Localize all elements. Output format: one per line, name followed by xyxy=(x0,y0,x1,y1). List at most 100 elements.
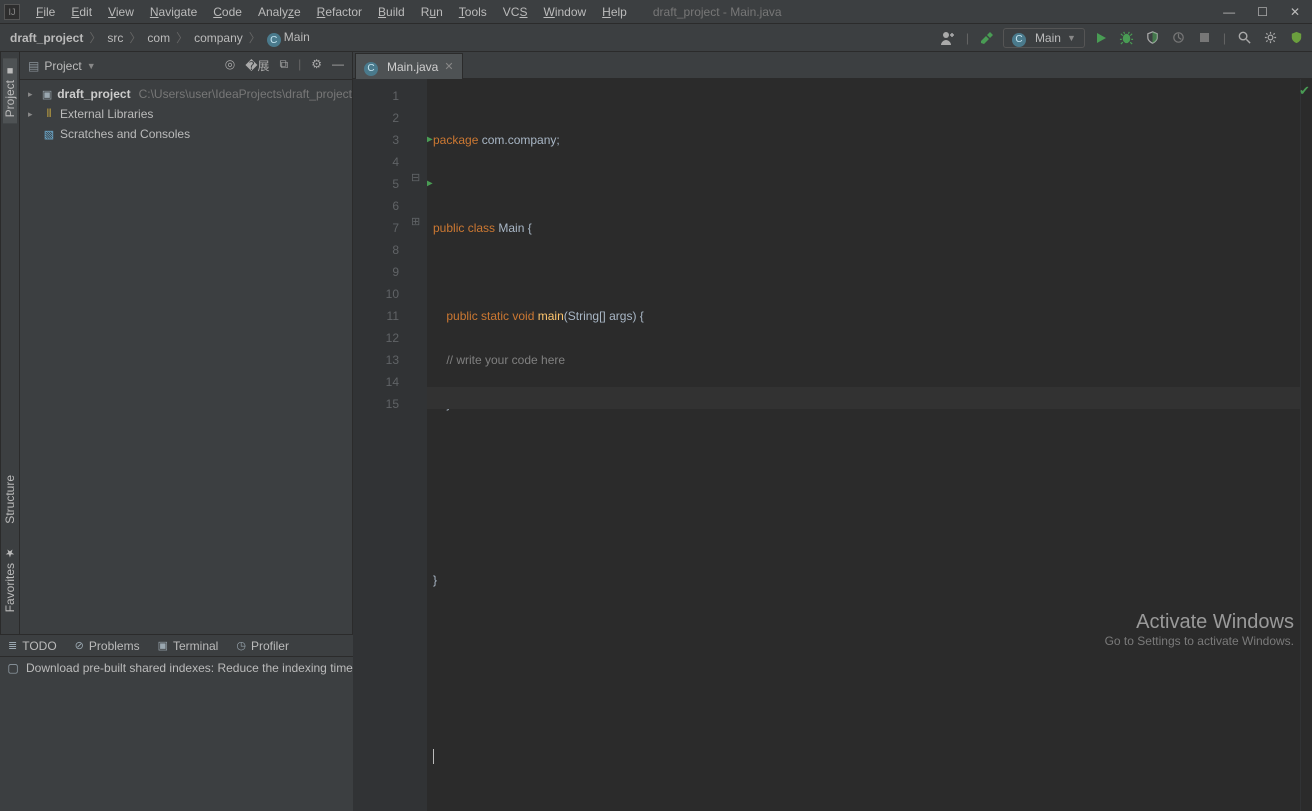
line-number: 14 xyxy=(353,371,399,393)
search-icon[interactable] xyxy=(1234,28,1254,48)
breadcrumb[interactable]: company xyxy=(190,31,247,45)
hammer-icon[interactable] xyxy=(977,28,997,48)
line-number: 13 xyxy=(353,349,399,371)
line-number: 6 xyxy=(353,195,399,217)
text-caret xyxy=(433,749,434,764)
project-panel-header: ▤ Project ▼ ◎ �展 ⧉ | ⚙ — xyxy=(20,52,352,80)
add-user-icon[interactable] xyxy=(938,28,958,48)
menu-edit[interactable]: Edit xyxy=(63,5,100,19)
scratches-icon: ▧ xyxy=(42,127,56,141)
class-icon: C xyxy=(364,62,378,76)
line-number: 10 xyxy=(353,283,399,305)
class-icon: C xyxy=(267,33,281,47)
tab-label: Main.java xyxy=(387,60,438,74)
bug-icon[interactable] xyxy=(1117,28,1137,48)
menu-analyze[interactable]: Analyze xyxy=(250,5,309,19)
tree-path: C:\Users\user\IdeaProjects\draft_project xyxy=(139,87,352,101)
line-number: 3 xyxy=(353,129,399,151)
editor-body[interactable]: 1 2 3 4 5 6 7 8 9 10 11 12 13 14 15 ▶ ▶ xyxy=(353,79,1312,811)
close-icon[interactable]: ✕ xyxy=(444,60,453,73)
tree-row-scratches[interactable]: ▧ Scratches and Consoles xyxy=(20,124,352,144)
chevron-down-icon: ▼ xyxy=(1067,33,1076,43)
chevron-right-icon[interactable]: ▸ xyxy=(28,89,37,100)
chevron-right-icon: 〉 xyxy=(174,29,190,46)
fold-open-icon[interactable]: ⊟ xyxy=(411,171,420,184)
window-minimize-icon[interactable]: — xyxy=(1223,5,1235,19)
line-number: 8 xyxy=(353,239,399,261)
breadcrumb[interactable]: com xyxy=(143,31,174,45)
project-tree[interactable]: ▸ ▣ draft_project C:\Users\user\IdeaProj… xyxy=(20,80,352,634)
class-icon: C xyxy=(1012,33,1026,47)
tab-structure[interactable]: Structure xyxy=(3,469,17,530)
line-number: 9 xyxy=(353,261,399,283)
tool-windows-icon[interactable]: ▢ xyxy=(6,661,20,675)
code-area[interactable]: package com.company; public class Main {… xyxy=(427,79,1300,811)
minimize-panel-icon[interactable]: — xyxy=(332,57,344,74)
coverage-icon[interactable] xyxy=(1143,28,1163,48)
tab-problems[interactable]: ⊘Problems xyxy=(75,639,140,653)
main-area: Project ■ Structure Favorites ★ ▤ Projec… xyxy=(0,52,1312,634)
validation-strip[interactable]: ✔ xyxy=(1300,79,1312,811)
collapse-all-icon[interactable]: ⧉ xyxy=(280,57,289,74)
project-folder-icon: ▣ xyxy=(41,87,53,101)
window-title: draft_project - Main.java xyxy=(653,5,782,19)
window-maximize-icon[interactable]: ☐ xyxy=(1257,5,1268,19)
menu-window[interactable]: Window xyxy=(535,5,594,19)
line-number: 11 xyxy=(353,305,399,327)
tab-profiler[interactable]: ◷Profiler xyxy=(236,639,289,653)
menu-tools[interactable]: Tools xyxy=(451,5,495,19)
editor-tab-main[interactable]: C Main.java ✕ xyxy=(355,53,463,79)
left-tool-strip: Project ■ Structure Favorites ★ xyxy=(0,52,20,634)
chevron-right-icon: 〉 xyxy=(127,29,143,46)
expand-all-icon[interactable]: �展 xyxy=(245,57,269,74)
window-close-icon[interactable]: ✕ xyxy=(1290,5,1300,19)
stop-icon[interactable] xyxy=(1195,28,1215,48)
tab-project[interactable]: Project ■ xyxy=(3,58,17,123)
breadcrumb[interactable]: draft_project xyxy=(6,31,87,45)
menu-navigate[interactable]: Navigate xyxy=(142,5,205,19)
menu-bar: IJ File Edit View Navigate Code Analyze … xyxy=(0,0,1312,24)
menu-view[interactable]: View xyxy=(100,5,142,19)
profiler-run-icon[interactable] xyxy=(1169,28,1189,48)
tab-terminal[interactable]: ▣Terminal xyxy=(158,639,219,653)
run-config-selector[interactable]: C Main ▼ xyxy=(1003,28,1085,48)
folder-icon: ▤ xyxy=(28,59,39,73)
separator: | xyxy=(964,31,971,45)
menu-code[interactable]: Code xyxy=(205,5,250,19)
play-icon[interactable] xyxy=(1091,28,1111,48)
check-icon: ✔ xyxy=(1299,83,1310,99)
fold-column[interactable]: ⊟ ⊞ xyxy=(409,79,427,811)
chevron-down-icon: ▼ xyxy=(87,61,96,71)
gear-icon[interactable]: ⚙ xyxy=(311,57,322,74)
tab-favorites[interactable]: Favorites ★ xyxy=(3,540,17,618)
line-number: 2 xyxy=(353,107,399,129)
line-gutter[interactable]: 1 2 3 4 5 6 7 8 9 10 11 12 13 14 15 ▶ ▶ xyxy=(353,79,409,811)
tab-todo[interactable]: ≣TODO xyxy=(8,639,57,653)
project-view-selector[interactable]: ▤ Project ▼ xyxy=(28,59,96,73)
run-config-label: Main xyxy=(1035,31,1061,45)
line-number: 7 xyxy=(353,217,399,239)
terminal-icon: ▣ xyxy=(158,639,168,652)
shield-icon[interactable] xyxy=(1286,28,1306,48)
menu-vcs[interactable]: VCS xyxy=(495,5,536,19)
menu-file[interactable]: File xyxy=(28,5,63,19)
target-icon[interactable]: ◎ xyxy=(225,57,235,74)
separator: | xyxy=(298,57,301,74)
gear-icon[interactable] xyxy=(1260,28,1280,48)
breadcrumb[interactable]: CMain xyxy=(263,30,314,46)
menu-refactor[interactable]: Refactor xyxy=(309,5,370,19)
chevron-right-icon[interactable]: ▸ xyxy=(28,109,38,120)
line-number: 12 xyxy=(353,327,399,349)
tree-label: External Libraries xyxy=(60,107,153,121)
tree-row-libs[interactable]: ▸ ⫴ External Libraries xyxy=(20,104,352,124)
chevron-right-icon: 〉 xyxy=(247,29,263,46)
tree-row-root[interactable]: ▸ ▣ draft_project C:\Users\user\IdeaProj… xyxy=(20,84,352,104)
list-icon: ≣ xyxy=(8,639,17,652)
breadcrumb[interactable]: src xyxy=(103,31,127,45)
menu-help[interactable]: Help xyxy=(594,5,635,19)
editor-area: C Main.java ✕ 1 2 3 4 5 6 7 8 9 10 11 12… xyxy=(353,52,1312,634)
line-number: 5 xyxy=(353,173,399,195)
menu-build[interactable]: Build xyxy=(370,5,413,19)
menu-run[interactable]: Run xyxy=(413,5,451,19)
fold-close-icon[interactable]: ⊞ xyxy=(411,215,420,228)
